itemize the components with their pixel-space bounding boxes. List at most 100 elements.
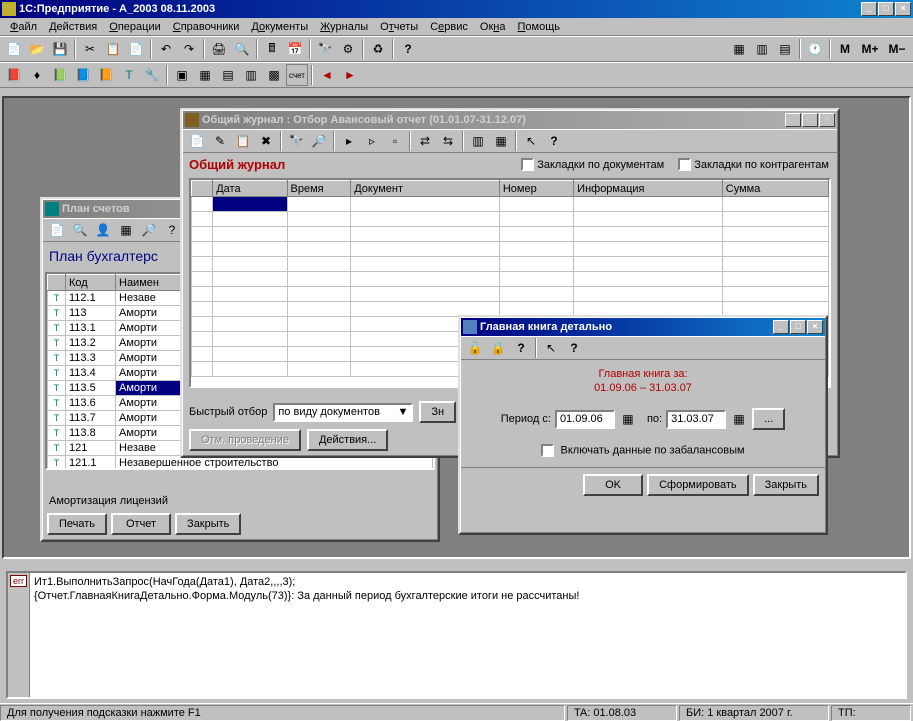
m-plus-button[interactable]: M+ bbox=[857, 38, 883, 60]
journal-col-header[interactable]: Сумма bbox=[722, 181, 828, 197]
menu-actions[interactable]: Действия bbox=[43, 20, 103, 34]
book-tb-help2[interactable]: ? bbox=[563, 337, 585, 359]
preview-icon[interactable]: 🔍 bbox=[231, 38, 253, 60]
maximize-button[interactable]: □ bbox=[878, 2, 894, 16]
journal-filter-val-button[interactable]: Зн bbox=[419, 401, 456, 423]
tb2-15[interactable]: ► bbox=[339, 64, 361, 86]
journal-col-header[interactable] bbox=[192, 181, 213, 197]
table-row[interactable] bbox=[192, 257, 829, 272]
journal-chk-doc[interactable] bbox=[521, 158, 534, 171]
tb2-9[interactable]: ▦ bbox=[194, 64, 216, 86]
menu-directories[interactable]: Справочники bbox=[167, 20, 246, 34]
menu-windows[interactable]: Окна bbox=[474, 20, 512, 34]
j-tb-e[interactable]: ⇆ bbox=[437, 130, 459, 152]
book-form-button[interactable]: Сформировать bbox=[647, 474, 749, 496]
journal-col-header[interactable]: Время bbox=[287, 181, 351, 197]
menu-reports[interactable]: Отчеты bbox=[374, 20, 424, 34]
icon-c[interactable]: ▤ bbox=[774, 38, 796, 60]
table-row[interactable] bbox=[192, 212, 829, 227]
book-tb-2[interactable]: 🔒 bbox=[487, 337, 509, 359]
tb2-10[interactable]: ▤ bbox=[217, 64, 239, 86]
plan-report-button[interactable]: Отчет bbox=[111, 513, 171, 535]
copy-icon[interactable]: 📋 bbox=[102, 38, 124, 60]
book-close-btn[interactable]: Закрыть bbox=[753, 474, 819, 496]
tb2-12[interactable]: ▩ bbox=[263, 64, 285, 86]
book-dots-button[interactable]: ... bbox=[752, 408, 785, 430]
menu-help[interactable]: Помощь bbox=[511, 20, 566, 34]
book-min-button[interactable]: _ bbox=[773, 320, 789, 334]
journal-close-button[interactable]: × bbox=[819, 113, 835, 127]
new-icon[interactable]: 📄 bbox=[3, 38, 25, 60]
tb2-8[interactable]: ▣ bbox=[171, 64, 193, 86]
menu-service[interactable]: Сервис bbox=[424, 20, 474, 34]
book-ok-button[interactable]: OK bbox=[583, 474, 643, 496]
menu-operations[interactable]: Операции bbox=[103, 20, 166, 34]
journal-col-header[interactable]: Документ bbox=[351, 181, 500, 197]
plan-close-btn[interactable]: Закрыть bbox=[175, 513, 241, 535]
undo-icon[interactable]: ↶ bbox=[155, 38, 177, 60]
journal-filter-select[interactable]: по виду документов▼ bbox=[273, 403, 413, 422]
table-row[interactable] bbox=[192, 242, 829, 257]
tb2-14[interactable]: ◄ bbox=[316, 64, 338, 86]
find-icon[interactable]: 🔭 bbox=[314, 38, 336, 60]
tb2-6[interactable]: Т bbox=[118, 64, 140, 86]
book-to-input[interactable] bbox=[666, 410, 726, 429]
tb2-4[interactable]: 📘 bbox=[72, 64, 94, 86]
menu-journals[interactable]: Журналы bbox=[314, 20, 374, 34]
time-icon[interactable]: 🕐 bbox=[804, 38, 826, 60]
plan-tb-5[interactable]: 🔎 bbox=[138, 219, 160, 241]
plan-col-header[interactable] bbox=[48, 275, 66, 291]
journal-cancel-button[interactable]: Отм. проведение bbox=[189, 429, 301, 451]
plan-tb-2[interactable]: 🔍 bbox=[69, 219, 91, 241]
calendar-to-icon[interactable]: ▦ bbox=[730, 410, 748, 428]
j-tb-f[interactable]: ▥ bbox=[467, 130, 489, 152]
save-icon[interactable]: 💾 bbox=[49, 38, 71, 60]
journal-titlebar[interactable]: Общий журнал : Отбор Авансовый отчет (01… bbox=[183, 111, 837, 129]
journal-min-button[interactable]: _ bbox=[785, 113, 801, 127]
j-tb-del[interactable]: ✖ bbox=[255, 130, 277, 152]
j-tb-find[interactable]: 🔭 bbox=[285, 130, 307, 152]
table-row[interactable] bbox=[192, 272, 829, 287]
tb2-13[interactable]: счет bbox=[286, 64, 308, 86]
j-tb-find2[interactable]: 🔎 bbox=[308, 130, 330, 152]
j-tb-help[interactable]: ? bbox=[543, 130, 565, 152]
journal-col-header[interactable]: Дата bbox=[213, 181, 287, 197]
book-from-input[interactable] bbox=[555, 410, 615, 429]
menu-documents[interactable]: Документы bbox=[245, 20, 314, 34]
plan-tb-3[interactable]: 👤 bbox=[92, 219, 114, 241]
tb2-2[interactable]: ♦ bbox=[26, 64, 48, 86]
redo-icon[interactable]: ↷ bbox=[178, 38, 200, 60]
plan-tb-4[interactable]: ▦ bbox=[115, 219, 137, 241]
book-titlebar[interactable]: Главная книга детально _ □ × bbox=[461, 318, 825, 336]
book-tb-cursor[interactable]: ↖ bbox=[540, 337, 562, 359]
tb2-11[interactable]: ▥ bbox=[240, 64, 262, 86]
j-tb-copy[interactable]: 📋 bbox=[232, 130, 254, 152]
calendar-from-icon[interactable]: ▦ bbox=[619, 410, 637, 428]
j-tb-b[interactable]: ▹ bbox=[361, 130, 383, 152]
j-tb-c[interactable]: ▫ bbox=[384, 130, 406, 152]
table-row[interactable] bbox=[192, 227, 829, 242]
cut-icon[interactable]: ✂ bbox=[79, 38, 101, 60]
tb2-7[interactable]: 🔧 bbox=[141, 64, 163, 86]
plan-print-button[interactable]: Печать bbox=[47, 513, 107, 535]
journal-chk-contr[interactable] bbox=[678, 158, 691, 171]
refresh-icon[interactable]: ♻ bbox=[367, 38, 389, 60]
journal-max-button[interactable]: □ bbox=[802, 113, 818, 127]
j-tb-a[interactable]: ▸ bbox=[338, 130, 360, 152]
tb2-3[interactable]: 📗 bbox=[49, 64, 71, 86]
j-tb-edit[interactable]: ✎ bbox=[209, 130, 231, 152]
journal-col-header[interactable]: Информация bbox=[574, 181, 723, 197]
j-tb-d[interactable]: ⇄ bbox=[414, 130, 436, 152]
icon-b[interactable]: ▥ bbox=[751, 38, 773, 60]
tb2-5[interactable]: 📙 bbox=[95, 64, 117, 86]
print-icon[interactable]: 🖨 bbox=[208, 38, 230, 60]
open-icon[interactable]: 📂 bbox=[26, 38, 48, 60]
book-tb-help1[interactable]: ? bbox=[510, 337, 532, 359]
menu-file[interactable]: Файл bbox=[4, 20, 43, 34]
plan-tb-1[interactable]: 📄 bbox=[46, 219, 68, 241]
calendar-icon[interactable]: 📅 bbox=[284, 38, 306, 60]
close-button[interactable]: × bbox=[895, 2, 911, 16]
tool-icon[interactable]: ⚙ bbox=[337, 38, 359, 60]
j-tb-cursor[interactable]: ↖ bbox=[520, 130, 542, 152]
calc-icon[interactable]: 🖩 bbox=[261, 38, 283, 60]
